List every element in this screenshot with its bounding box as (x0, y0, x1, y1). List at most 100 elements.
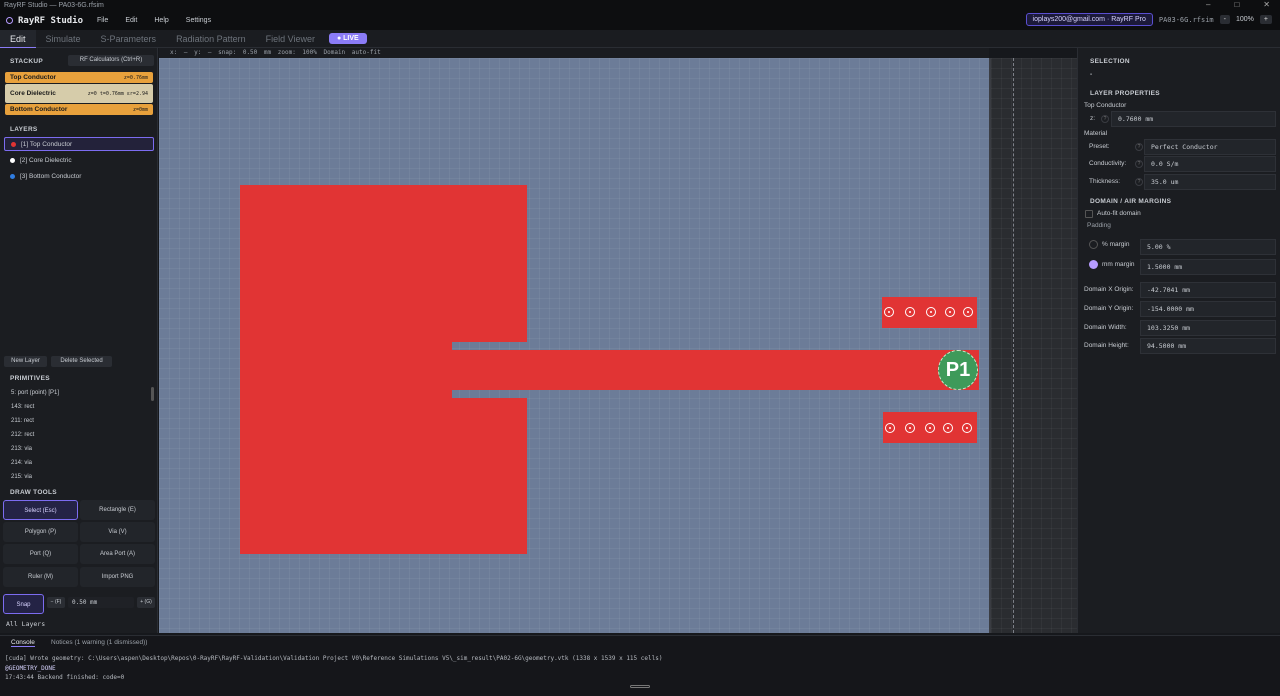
pct-margin-input[interactable]: 5.00 % (1140, 239, 1276, 255)
stackup-bottom-conductor[interactable]: Bottom Conductor z=0mm (5, 104, 153, 115)
coordinate-readout: x: — y: — snap: 0.50 mm zoom: 100% Domai… (159, 48, 989, 58)
polygon-tool-button[interactable]: Polygon (P) (3, 522, 78, 542)
import-png-button[interactable]: Import PNG (80, 567, 155, 587)
minimize-icon[interactable]: – (1206, 0, 1210, 9)
rf-calculators-button[interactable]: RF Calculators (Ctrl+R) (68, 55, 154, 66)
delete-selected-button[interactable]: Delete Selected (51, 356, 112, 367)
close-icon[interactable]: ✕ (1263, 0, 1270, 9)
layer-filter-select[interactable]: All Layers (6, 620, 45, 628)
domain-x-input[interactable]: -42.7041 mm (1140, 282, 1276, 298)
via[interactable] (905, 307, 915, 317)
primitive-item[interactable]: 143: rect (11, 404, 34, 410)
domain-y-input[interactable]: -154.0000 mm (1140, 301, 1276, 317)
help-icon[interactable]: ? (1135, 160, 1143, 168)
geometry-canvas[interactable]: P1 (159, 58, 989, 633)
layer-item-top-conductor[interactable]: [1] Top Conductor (4, 137, 154, 151)
preset-select[interactable]: Perfect Conductor (1144, 139, 1276, 155)
help-icon[interactable]: ? (1135, 178, 1143, 186)
domain-height-input[interactable]: 94.5000 mm (1140, 338, 1276, 354)
account-badge[interactable]: ioplays200@gmail.com · RayRF Pro (1025, 13, 1153, 26)
new-layer-button[interactable]: New Layer (4, 356, 47, 367)
via[interactable] (885, 423, 895, 433)
via[interactable] (884, 307, 894, 317)
conductivity-input[interactable]: 0.0 S/m (1144, 156, 1276, 172)
stackup-meta: z=0.76mm (123, 74, 148, 81)
tab-radiation-pattern[interactable]: Radiation Pattern (166, 30, 256, 48)
console-line: [cuda] Wrote geometry: C:\Users\aspen\De… (5, 655, 663, 662)
tab-s-parameters[interactable]: S-Parameters (91, 30, 167, 48)
autofit-checkbox[interactable] (1085, 210, 1093, 218)
primitive-item[interactable]: 215: via (11, 474, 32, 480)
window-titlebar: RayRF Studio — PA03-6G.rfsim – □ ✕ (0, 0, 1280, 11)
snap-toggle[interactable]: Snap (3, 594, 44, 614)
patch-rect-upper[interactable] (240, 185, 527, 342)
tab-notices[interactable]: Notices (1 warning (1 dismissed)) (51, 639, 147, 646)
snap-value-input[interactable]: 0.50 mm (68, 597, 134, 608)
window-title: RayRF Studio — PA03-6G.rfsim (4, 2, 104, 9)
menu-file[interactable]: File (97, 17, 108, 24)
left-panel: STACKUP RF Calculators (Ctrl+R) Top Cond… (0, 48, 158, 633)
tab-edit[interactable]: Edit (0, 29, 36, 48)
via-tool-button[interactable]: Via (V) (80, 522, 155, 542)
via[interactable] (962, 423, 972, 433)
help-icon[interactable]: ? (1135, 143, 1143, 151)
primitives-scrollbar[interactable] (151, 387, 154, 401)
via[interactable] (905, 423, 915, 433)
primitive-item[interactable]: 213: via (11, 446, 32, 452)
feed-line[interactable] (452, 350, 979, 390)
layer-item-core-dielectric[interactable]: [2] Core Dielectric (4, 153, 154, 167)
stackup-core-dielectric[interactable]: Core Dielectric z=0 t=0.76mm εr=2.94 (5, 84, 153, 103)
pct-margin-radio[interactable] (1089, 240, 1098, 249)
patch-rect-lower[interactable] (240, 398, 527, 554)
via[interactable] (926, 307, 936, 317)
primitive-item[interactable]: 212: rect (11, 432, 34, 438)
zoom-level: 100% (1236, 16, 1254, 23)
maximize-icon[interactable]: □ (1234, 0, 1239, 9)
port-p1-marker[interactable]: P1 (938, 350, 978, 390)
via[interactable] (943, 423, 953, 433)
mm-margin-radio[interactable] (1089, 260, 1098, 269)
selection-title: SELECTION (1090, 58, 1130, 65)
resize-handle[interactable] (630, 685, 650, 688)
via[interactable] (945, 307, 955, 317)
help-icon[interactable]: ? (1101, 115, 1109, 123)
primitives-title: PRIMITIVES (10, 375, 50, 382)
ruler-tool-button[interactable]: Ruler (M) (3, 567, 78, 587)
stackup-top-conductor[interactable]: Top Conductor z=0.76mm (5, 72, 153, 83)
via[interactable] (963, 307, 973, 317)
primitive-item[interactable]: 214: via (11, 460, 32, 466)
thickness-input[interactable]: 35.0 um (1144, 174, 1276, 190)
snap-decrease-button[interactable]: − (F) (47, 597, 65, 608)
rectangle-tool-button[interactable]: Rectangle (E) (80, 500, 155, 520)
tab-console[interactable]: Console (11, 639, 35, 647)
menu-bar: RayRF Studio File Edit Help Settings iop… (0, 11, 1280, 30)
snap-increase-button[interactable]: + (G) (137, 597, 155, 608)
primitive-item[interactable]: 5: port (point) [P1] (11, 390, 59, 396)
domain-height-label: Domain Height: (1084, 342, 1129, 349)
layer-item-bottom-conductor[interactable]: [3] Bottom Conductor (4, 169, 154, 183)
app-logo-icon (6, 17, 13, 24)
zoom-in-button[interactable]: + (1259, 15, 1272, 24)
area-port-tool-button[interactable]: Area Port (A) (80, 544, 155, 564)
patch-rect-middle[interactable] (240, 342, 452, 398)
mm-margin-input[interactable]: 1.5000 mm (1140, 259, 1276, 275)
cursor-y: y: — (194, 49, 212, 56)
domain-x-label: Domain X Origin: (1084, 286, 1134, 293)
domain-width-input[interactable]: 103.3250 mm (1140, 320, 1276, 336)
menu-help[interactable]: Help (154, 17, 168, 24)
tab-field-viewer[interactable]: Field Viewer (256, 30, 325, 48)
primitive-item[interactable]: 211: rect (11, 418, 34, 424)
z-input[interactable]: 0.7600 mm (1111, 111, 1276, 127)
autofit-label: Auto-fit domain (1097, 210, 1141, 217)
app-brand: RayRF Studio (6, 16, 83, 26)
menu-edit[interactable]: Edit (125, 17, 137, 24)
menu-settings[interactable]: Settings (186, 17, 211, 24)
port-tool-button[interactable]: Port (Q) (3, 544, 78, 564)
select-tool-button[interactable]: Select (Esc) (3, 500, 78, 520)
tab-simulate[interactable]: Simulate (36, 30, 91, 48)
stackup-meta: z=0 t=0.76mm εr=2.94 (87, 90, 148, 97)
live-badge[interactable]: ● LIVE (328, 33, 367, 44)
padding-label: Padding (1087, 222, 1111, 229)
via[interactable] (925, 423, 935, 433)
zoom-out-button[interactable]: - (1219, 15, 1230, 24)
